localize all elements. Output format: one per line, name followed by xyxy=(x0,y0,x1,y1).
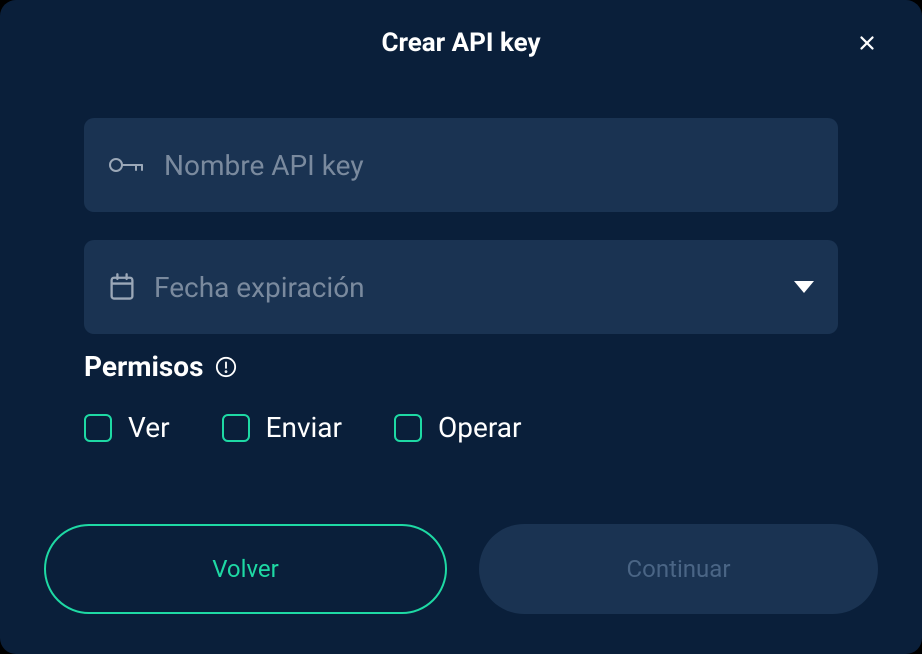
modal-title: Crear API key xyxy=(381,28,540,58)
checkbox-operate[interactable]: Operar xyxy=(394,411,522,444)
close-button[interactable] xyxy=(852,28,882,58)
form-content: Fecha expiración Permisos xyxy=(40,118,882,524)
checkbox-label-send: Enviar xyxy=(266,411,342,444)
checkbox-box-operate xyxy=(394,414,422,442)
key-icon xyxy=(108,153,146,177)
permissions-header: Permisos xyxy=(84,350,838,383)
checkbox-label-operate: Operar xyxy=(438,411,522,444)
close-icon xyxy=(856,32,878,54)
checkbox-send[interactable]: Enviar xyxy=(222,411,342,444)
create-api-key-modal: Crear API key xyxy=(0,0,922,654)
permissions-section: Permisos Ver Enviar xyxy=(84,350,838,444)
checkbox-group: Ver Enviar Operar xyxy=(84,411,838,444)
back-button[interactable]: Volver xyxy=(44,524,447,614)
modal-header: Crear API key xyxy=(40,28,882,58)
calendar-icon xyxy=(108,272,136,302)
chevron-down-icon xyxy=(794,278,814,297)
api-key-name-field[interactable] xyxy=(84,118,838,212)
button-row: Volver Continuar xyxy=(40,524,882,614)
expiration-date-field[interactable]: Fecha expiración xyxy=(84,240,838,334)
checkbox-label-view: Ver xyxy=(128,411,170,444)
expiration-placeholder: Fecha expiración xyxy=(154,271,776,304)
permissions-title: Permisos xyxy=(84,350,203,383)
checkbox-box-send xyxy=(222,414,250,442)
continue-button[interactable]: Continuar xyxy=(479,524,878,614)
api-key-name-input[interactable] xyxy=(164,149,814,182)
checkbox-view[interactable]: Ver xyxy=(84,411,170,444)
checkbox-box-view xyxy=(84,414,112,442)
info-icon[interactable] xyxy=(215,356,237,378)
